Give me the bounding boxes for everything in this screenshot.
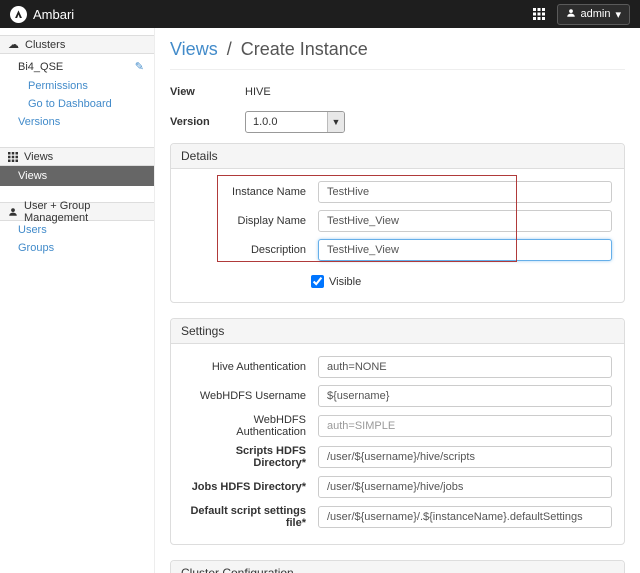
user-menu-label: admin — [580, 8, 611, 20]
webhdfs-username-label: WebHDFS Username — [199, 390, 306, 402]
sidebar-item-permissions[interactable]: Permissions — [0, 77, 154, 95]
version-label: Version — [170, 116, 210, 128]
jobs-hdfs-directory-input[interactable] — [318, 476, 612, 498]
scripts-hdfs-directory-row: Scripts HDFS Directory* — [183, 445, 612, 469]
cloud-icon: ☁ — [8, 39, 19, 51]
apps-grid-icon[interactable] — [532, 8, 545, 20]
brand[interactable]: Ambari — [10, 5, 75, 23]
views-section-header: Views — [0, 147, 154, 166]
visible-label: Visible — [329, 275, 362, 288]
version-select-value: 1.0.0 — [253, 116, 278, 128]
page-title: Create Instance — [240, 39, 368, 59]
webhdfs-username-row: WebHDFS Username — [183, 385, 612, 407]
main-content: Views / Create Instance View HIVE Versio… — [155, 28, 640, 573]
display-name-label: Display Name — [237, 215, 306, 227]
visible-row: Visible — [311, 275, 612, 288]
clusters-section-header: ☁ Clusters — [0, 35, 154, 54]
visible-checkbox[interactable] — [311, 275, 324, 288]
user-group-section-label: User + Group Management — [24, 199, 91, 224]
instance-name-row: Instance Name — [183, 181, 612, 203]
top-navbar: Ambari admin ▾ — [0, 0, 640, 28]
breadcrumb-views-link[interactable]: Views — [170, 39, 218, 59]
clusters-section-label: Clusters — [25, 38, 66, 51]
sidebar-item-users[interactable]: Users — [0, 221, 154, 239]
navbar-right: admin ▾ — [532, 3, 630, 25]
version-row: Version 1.0.0 ▼ — [170, 111, 625, 133]
jobs-hdfs-directory-row: Jobs HDFS Directory* — [183, 476, 612, 498]
settings-panel: Settings Hive Authentication WebHDFS Use… — [170, 318, 625, 545]
hive-authentication-label: Hive Authentication — [211, 361, 306, 373]
details-panel-header: Details — [171, 144, 624, 169]
hive-authentication-row: Hive Authentication — [183, 356, 612, 378]
grid-icon — [8, 151, 18, 162]
user-menu-button[interactable]: admin ▾ — [556, 3, 630, 25]
sidebar-item-versions[interactable]: Versions — [0, 113, 154, 131]
cluster-config-panel-header: Cluster Configuration — [171, 561, 624, 573]
instance-name-input[interactable] — [318, 181, 612, 203]
view-row: View HIVE — [170, 82, 625, 102]
sidebar-item-groups[interactable]: Groups — [0, 239, 154, 257]
sidebar-item-go-to-dashboard[interactable]: Go to Dashboard — [0, 95, 154, 113]
breadcrumb-separator: / — [226, 39, 232, 59]
scripts-hdfs-directory-input[interactable] — [318, 446, 612, 468]
display-name-row: Display Name — [183, 210, 612, 232]
hive-authentication-input[interactable] — [318, 356, 612, 378]
caret-down-icon: ▾ — [615, 8, 621, 21]
details-panel: Details Instance Name Display Name Descr… — [170, 143, 625, 303]
user-icon — [8, 207, 18, 217]
description-input[interactable] — [318, 239, 612, 261]
instance-name-label: Instance Name — [232, 186, 306, 198]
edit-icon[interactable]: ✎ — [135, 60, 144, 73]
view-value: HIVE — [245, 86, 271, 98]
display-name-input[interactable] — [318, 210, 612, 232]
view-label: View — [170, 86, 195, 98]
details-panel-body: Instance Name Display Name Description V… — [171, 169, 624, 302]
description-row: Description — [183, 239, 612, 261]
sidebar: ☁ Clusters Bi4_QSE ✎ Permissions Go to D… — [0, 28, 155, 573]
default-script-settings-input[interactable] — [318, 506, 612, 528]
default-script-settings-row: Default script settings file* — [183, 505, 612, 529]
user-group-section-header: User + Group Management — [0, 199, 154, 224]
webhdfs-authentication-label: WebHDFS Authentication — [236, 414, 306, 438]
chevron-down-icon: ▼ — [327, 112, 344, 132]
webhdfs-authentication-input[interactable] — [318, 415, 612, 437]
ambari-logo-icon — [10, 5, 27, 23]
brand-label: Ambari — [33, 6, 75, 22]
settings-panel-header: Settings — [171, 319, 624, 344]
webhdfs-username-input[interactable] — [318, 385, 612, 407]
scripts-hdfs-directory-label: Scripts HDFS Directory* — [235, 445, 306, 469]
cluster-name-label: Bi4_QSE — [18, 60, 64, 73]
jobs-hdfs-directory-label: Jobs HDFS Directory* — [191, 481, 306, 493]
webhdfs-authentication-row: WebHDFS Authentication — [183, 414, 612, 438]
breadcrumb: Views / Create Instance — [170, 35, 625, 70]
description-label: Description — [250, 244, 306, 256]
settings-panel-body: Hive Authentication WebHDFS Username Web… — [171, 344, 624, 544]
cluster-config-panel: Cluster Configuration Local Ambari Manag… — [170, 560, 625, 573]
sidebar-item-views[interactable]: Views — [0, 166, 154, 186]
user-icon — [566, 8, 576, 21]
default-script-settings-label: Default script settings file* — [190, 505, 306, 529]
views-section-label: Views — [24, 150, 54, 163]
sidebar-item-cluster[interactable]: Bi4_QSE ✎ — [0, 54, 154, 77]
version-select[interactable]: 1.0.0 ▼ — [245, 111, 345, 133]
